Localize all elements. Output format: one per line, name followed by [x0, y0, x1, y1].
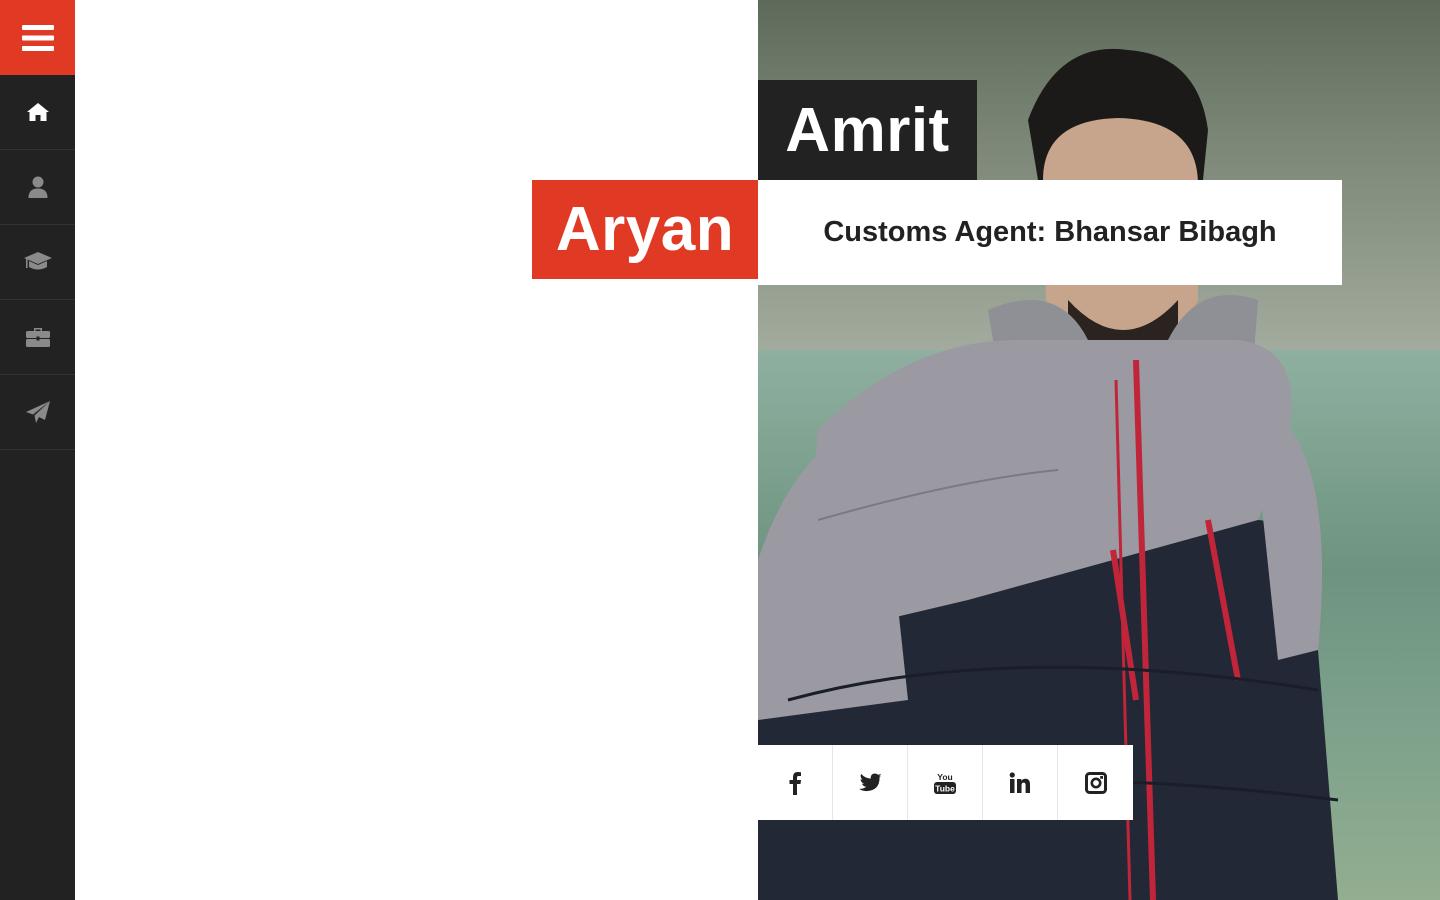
nav-item-home[interactable]: [0, 75, 75, 150]
facebook-icon: [789, 771, 801, 795]
instagram-icon: [1084, 771, 1107, 794]
twitter-icon: [859, 773, 882, 791]
youtube-icon: You Tube: [934, 772, 956, 794]
svg-text:You: You: [937, 772, 952, 782]
linkedin-icon: [1009, 771, 1030, 793]
sidebar: [0, 0, 75, 900]
nav-item-work[interactable]: [0, 300, 75, 375]
social-link-facebook[interactable]: [758, 745, 833, 820]
job-title: Customs Agent: Bhansar Bibagh: [758, 180, 1342, 285]
social-links: You Tube: [758, 745, 1133, 820]
last-name: Aryan: [532, 180, 758, 279]
social-link-youtube[interactable]: You Tube: [908, 745, 983, 820]
home-icon: [26, 103, 49, 121]
user-icon: [28, 176, 47, 198]
nav-item-contact[interactable]: [0, 375, 75, 450]
social-link-linkedin[interactable]: [983, 745, 1058, 820]
first-name: Amrit: [758, 80, 977, 180]
briefcase-icon: [25, 328, 50, 347]
nav-item-education[interactable]: [0, 225, 75, 300]
social-link-twitter[interactable]: [833, 745, 908, 820]
menu-toggle-button[interactable]: [0, 0, 75, 75]
paper-plane-icon: [25, 401, 50, 423]
nav-item-about[interactable]: [0, 150, 75, 225]
graduation-cap-icon: [23, 252, 52, 270]
bars-icon: [21, 24, 54, 51]
social-link-instagram[interactable]: [1058, 745, 1133, 820]
svg-text:Tube: Tube: [935, 783, 955, 793]
